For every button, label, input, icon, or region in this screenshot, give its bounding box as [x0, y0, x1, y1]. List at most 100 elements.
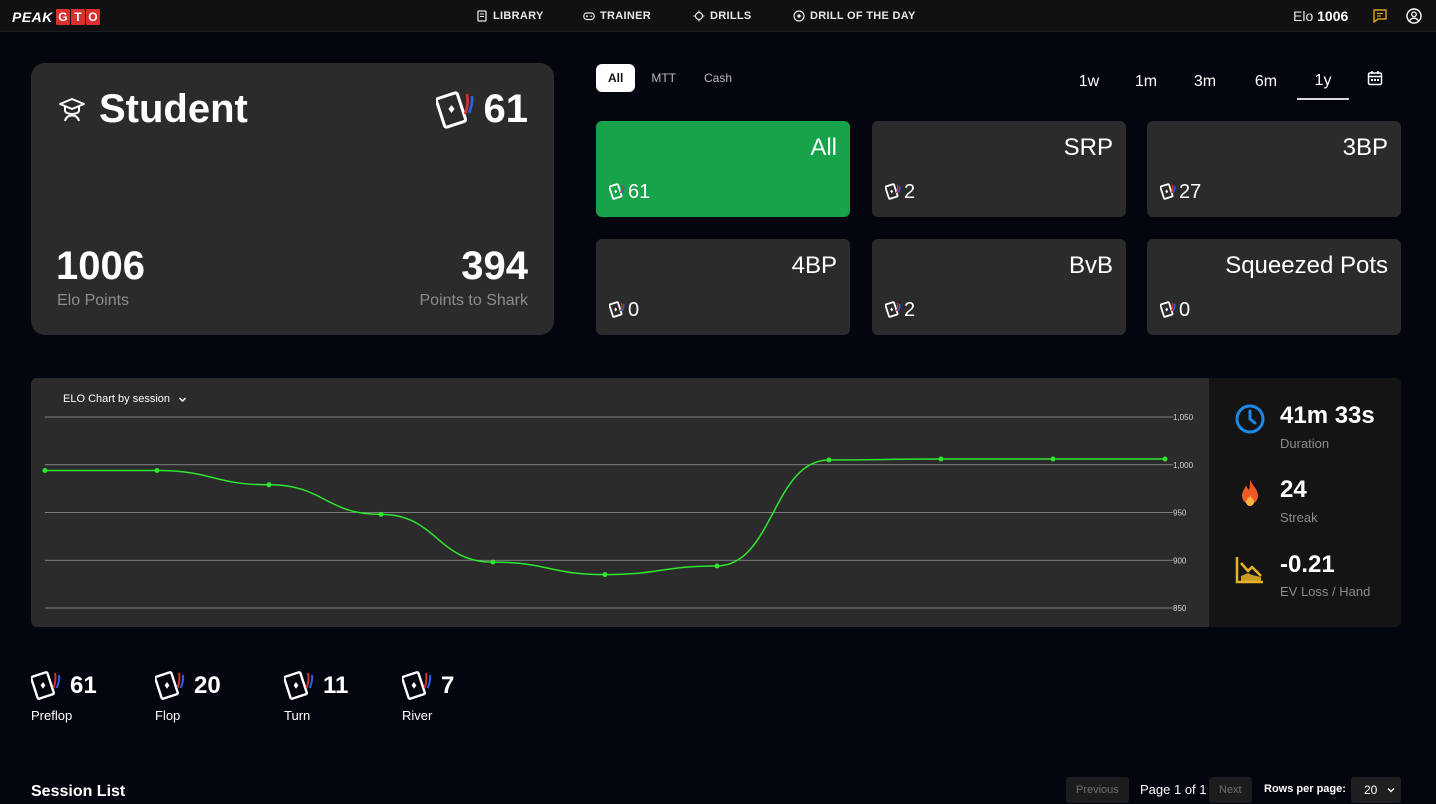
- pot-tile-4bp[interactable]: 4BP 0: [596, 239, 850, 335]
- elo-indicator-label: Elo: [1293, 8, 1314, 24]
- ev-loss-label: EV Loss / Hand: [1280, 584, 1371, 599]
- pot-tile-count: 0: [1179, 299, 1191, 321]
- feedback-chat-icon[interactable]: [1372, 8, 1388, 24]
- nav-library[interactable]: LIBRARY: [476, 0, 544, 32]
- elo-data-point[interactable]: [490, 559, 496, 565]
- period-1m[interactable]: 1m: [1131, 64, 1161, 100]
- y-tick-label: 1,000: [1173, 461, 1194, 470]
- street-count: 11: [323, 672, 349, 699]
- logo-text: PEAK: [12, 8, 53, 25]
- rank-name: Student: [99, 87, 248, 131]
- nav-drills[interactable]: DRILLS: [693, 0, 752, 32]
- elo-data-point[interactable]: [42, 467, 48, 473]
- elo-line-chart: 850 900 950 1,000 1,050: [42, 413, 1194, 613]
- pot-tile-srp[interactable]: SRP 2: [872, 121, 1126, 217]
- period-3m[interactable]: 3m: [1190, 64, 1220, 100]
- duration-value: 41m 33s: [1280, 402, 1375, 429]
- ev-loss-value: -0.21: [1280, 551, 1335, 578]
- elo-indicator-value: 1006: [1317, 8, 1349, 24]
- street-label: Preflop: [31, 708, 73, 723]
- previous-page-button[interactable]: Previous: [1066, 777, 1129, 803]
- elo-data-point[interactable]: [826, 457, 832, 463]
- rows-per-page-select[interactable]: 20: [1351, 777, 1401, 803]
- pot-tile-count: 2: [904, 181, 916, 203]
- target-icon: [693, 10, 705, 22]
- pot-tile-name: Squeezed Pots: [1225, 252, 1388, 279]
- elo-data-point[interactable]: [378, 511, 384, 517]
- tab-all[interactable]: All: [596, 64, 636, 92]
- crosshair-circle-icon: [793, 10, 805, 22]
- elo-data-point[interactable]: [938, 456, 944, 462]
- tab-mtt[interactable]: MTT: [639, 64, 688, 92]
- elo-series-line: [44, 458, 1165, 576]
- playing-cards-icon: [31, 671, 61, 700]
- peakgto-logo[interactable]: PEAK G T O: [12, 8, 100, 25]
- street-label: Flop: [155, 708, 181, 723]
- duration-label: Duration: [1280, 436, 1330, 451]
- calendar-icon[interactable]: [1367, 70, 1383, 86]
- gamepad-icon: [583, 12, 595, 21]
- chart-type-label: ELO Chart by session: [63, 393, 170, 405]
- elo-data-point[interactable]: [714, 563, 720, 569]
- street-count: 61: [70, 672, 97, 699]
- chart-down-icon: [1235, 557, 1263, 584]
- pot-tile-all[interactable]: All 61: [596, 121, 850, 217]
- y-tick-label: 900: [1173, 556, 1187, 565]
- playing-cards-icon: [609, 183, 625, 200]
- pot-tile-3bp[interactable]: 3BP 27: [1147, 121, 1401, 217]
- elo-points-value: 1006: [56, 244, 145, 288]
- y-tick-label: 950: [1173, 509, 1187, 518]
- pot-tile-bvb[interactable]: BvB 2: [872, 239, 1126, 335]
- session-stats-panel: 41m 33s Duration 24 Streak -0.21 EV Loss…: [1209, 378, 1401, 627]
- nav-trainer[interactable]: TRAINER: [583, 0, 651, 32]
- elo-data-point[interactable]: [602, 572, 608, 578]
- elo-chart-panel: 850 900 950 1,000 1,050 ELO Chart by session…: [31, 378, 1401, 627]
- elo-data-point[interactable]: [1050, 456, 1056, 462]
- pot-tile-squeezed-pots[interactable]: Squeezed Pots 0: [1147, 239, 1401, 335]
- playing-cards-icon: [1160, 301, 1176, 318]
- streak-value: 24: [1280, 476, 1307, 503]
- pot-tile-count: 2: [904, 299, 916, 321]
- session-list-title: Session List: [31, 783, 126, 800]
- period-6m[interactable]: 6m: [1251, 64, 1281, 100]
- nav-drill-of-the-day[interactable]: DRILL OF THE DAY: [793, 0, 916, 32]
- elo-points-label: Elo Points: [57, 292, 130, 309]
- pot-tile-name: 4BP: [791, 252, 837, 279]
- nav-drills-label: DRILLS: [710, 10, 752, 22]
- next-page-button[interactable]: Next: [1209, 777, 1252, 803]
- period-1w[interactable]: 1w: [1074, 64, 1104, 100]
- playing-cards-icon: [885, 301, 901, 318]
- fire-icon: [1242, 479, 1258, 506]
- elo-data-point[interactable]: [266, 482, 272, 488]
- elo-indicator: Elo 1006: [1293, 8, 1348, 24]
- pot-tile-count: 27: [1179, 181, 1202, 203]
- chevron-down-icon: [178, 396, 187, 402]
- pot-tile-count: 61: [628, 181, 651, 203]
- nav-drill-of-the-day-label: DRILL OF THE DAY: [810, 10, 916, 22]
- pot-tile-name: All: [810, 134, 837, 161]
- elo-data-point[interactable]: [1162, 456, 1168, 462]
- nav-library-label: LIBRARY: [493, 10, 544, 22]
- user-account-icon[interactable]: [1406, 8, 1422, 24]
- rows-per-page-value: 20: [1364, 783, 1378, 797]
- playing-cards-icon: [609, 301, 625, 318]
- street-label: River: [402, 708, 433, 723]
- logo-letter: O: [85, 8, 100, 25]
- rows-per-page-label: Rows per page:: [1264, 783, 1346, 795]
- playing-cards-icon: [885, 183, 901, 200]
- clock-icon: [1235, 404, 1265, 434]
- chart-type-dropdown[interactable]: ELO Chart by session: [63, 393, 187, 405]
- period-1y[interactable]: 1y: [1297, 64, 1349, 100]
- top-navigation-bar: PEAK G T O LIBRARY TRAINER DRILLS DRILL …: [0, 0, 1436, 32]
- tab-cash[interactable]: Cash: [692, 64, 744, 92]
- playing-cards-icon: [1160, 183, 1176, 200]
- pot-tile-name: 3BP: [1342, 134, 1388, 161]
- y-tick-label: 1,050: [1173, 413, 1194, 422]
- profile-card: Student 61 1006 Elo Points 394 Points to…: [31, 63, 554, 335]
- nav-trainer-label: TRAINER: [600, 10, 651, 22]
- logo-letter: T: [70, 8, 85, 25]
- elo-data-point[interactable]: [154, 467, 160, 473]
- logo-letter: G: [55, 8, 70, 25]
- graduation-cap-icon: [59, 98, 85, 122]
- rank-hands-count: 61: [483, 87, 529, 131]
